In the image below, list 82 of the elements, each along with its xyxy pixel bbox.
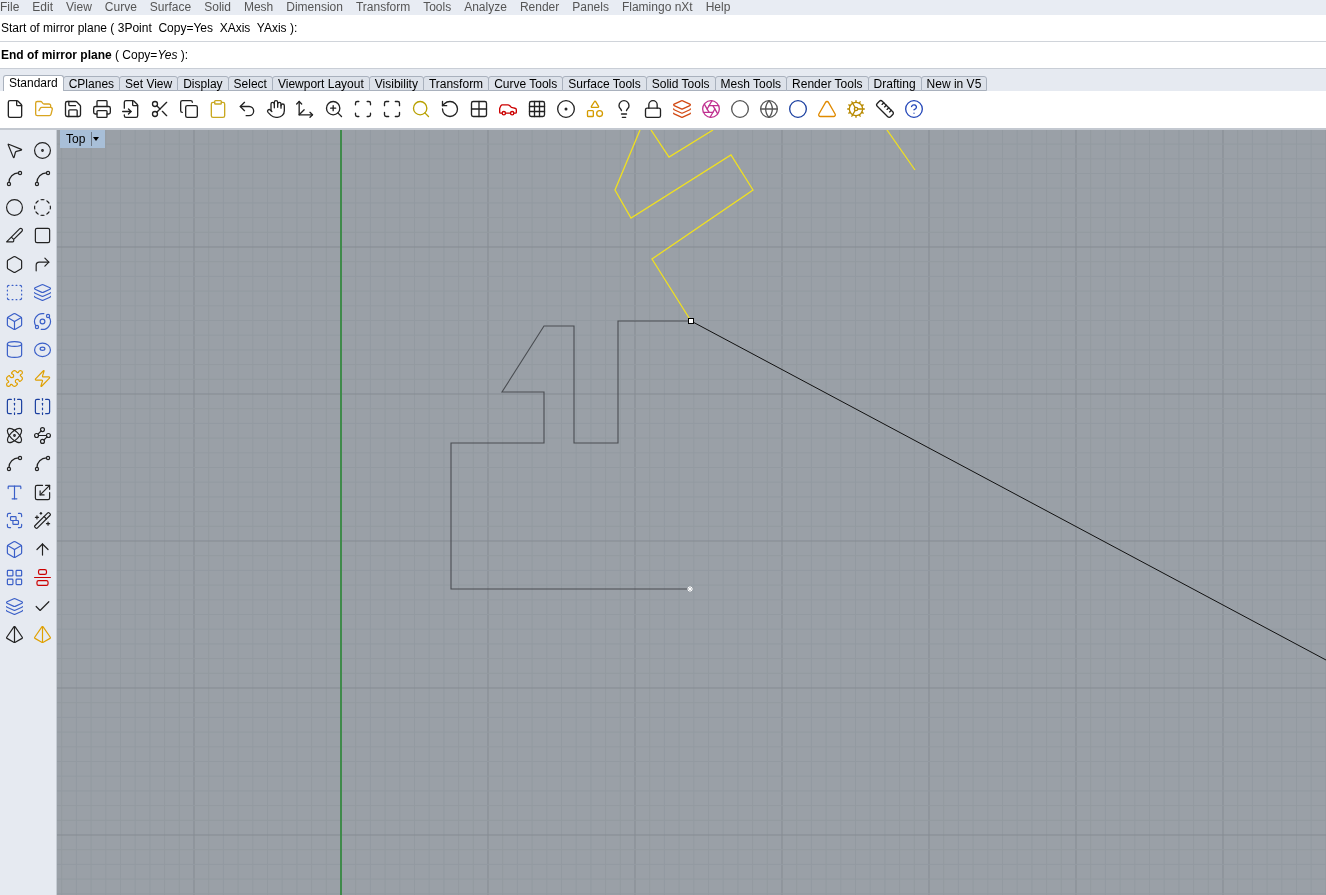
points-icon (32, 425, 52, 445)
menu-item[interactable]: Tools (416, 0, 458, 15)
pyramid-icon (32, 625, 52, 644)
grid-plane-icon (527, 99, 547, 120)
point-icon (32, 140, 52, 160)
hand-icon (266, 99, 286, 120)
curve-icon (32, 169, 52, 188)
array-icon (4, 568, 24, 587)
menu-item[interactable]: Curve (97, 0, 143, 15)
viewport-tab[interactable]: Top (60, 130, 105, 148)
cylinder-icon (4, 340, 24, 359)
zoom-window-icon (353, 99, 373, 120)
surface-patch-icon (32, 283, 52, 302)
menu-item[interactable]: View (59, 0, 98, 15)
rectangle-icon (32, 226, 52, 245)
toolbar-tab[interactable]: Solid Tools (645, 75, 716, 91)
zoom-selected-icon (411, 99, 431, 120)
color-wheel-icon (701, 99, 721, 120)
layers-icon (672, 99, 692, 120)
new-file-icon (5, 99, 25, 120)
menu-item[interactable]: Mesh (236, 0, 280, 15)
rotate-axes-icon (295, 99, 315, 120)
save-icon (63, 99, 83, 120)
command-prompt: End of mirror plane ( Copy=Yes ): (0, 40, 1326, 68)
glossy-sphere-icon (788, 99, 808, 120)
help-icon (904, 99, 924, 120)
toolbar-tab[interactable]: CPlanes (62, 75, 121, 91)
copy-icon (179, 99, 199, 120)
printer-icon (92, 99, 112, 120)
menu-item[interactable]: Analyze (457, 0, 513, 15)
circle-icon (4, 197, 24, 217)
puzzle-icon (4, 368, 24, 388)
menu-item[interactable]: Help (698, 0, 737, 15)
box-icon (4, 311, 24, 331)
gear-icon (846, 99, 866, 120)
menu-item[interactable]: Transform (348, 0, 417, 15)
polygon-icon (4, 254, 24, 274)
toolbar-tab[interactable]: Set View (119, 75, 179, 91)
shapes-icon (585, 99, 605, 120)
toolbar-tab[interactable]: Curve Tools (488, 75, 564, 91)
toolbar-tab[interactable]: Render Tools (786, 75, 869, 91)
toolbar-tab[interactable]: Select (227, 75, 273, 91)
menu-item[interactable]: Surface (142, 0, 198, 15)
command-history: Start of mirror plane ( 3Point Copy=Yes XAxis YAxis ): (0, 19, 299, 37)
dropdown-icon (91, 132, 100, 146)
menu-item[interactable]: Edit (25, 0, 60, 15)
zoom-in-icon (324, 99, 344, 120)
toolbar-tab[interactable]: New in V5 (920, 75, 988, 91)
import-file-icon (121, 99, 141, 120)
ellipse-icon (32, 197, 52, 217)
clipboard-icon (208, 99, 228, 120)
toolbar-tab[interactable]: Drafting (867, 75, 922, 91)
group-icon (4, 511, 24, 530)
align-icon (32, 568, 52, 587)
toolbar-tab[interactable]: Visibility (368, 75, 424, 91)
lock-icon (643, 99, 663, 120)
menu-item[interactable]: Panels (565, 0, 615, 15)
toolbar-tab[interactable]: Mesh Tools (714, 75, 788, 91)
toolbar-tab[interactable]: Surface Tools (562, 75, 647, 91)
menu-item[interactable]: Solid (197, 0, 237, 15)
cursor-marker (686, 585, 694, 593)
menu-item[interactable]: Dimension (279, 0, 349, 15)
menu-item[interactable]: Flamingo nXt (614, 0, 699, 15)
toolbar-tab[interactable]: Transform (422, 75, 490, 91)
undo-view-icon (440, 99, 460, 120)
snap-circle-icon (556, 99, 576, 120)
shaded-sphere-icon (759, 99, 779, 120)
menu-item[interactable]: Render (512, 0, 566, 15)
menu-item[interactable]: File (0, 0, 26, 15)
polyline-icon (4, 169, 24, 188)
zoom-extents-icon (382, 99, 402, 120)
dimension-icon (875, 99, 895, 120)
sphere-icon (730, 99, 750, 120)
scale-icon (32, 482, 52, 502)
point-marker (688, 318, 694, 324)
curve-edit-icon (32, 454, 52, 473)
scissors-icon (150, 99, 170, 120)
offset-curve-icon (4, 454, 24, 473)
block-icon (4, 539, 24, 559)
toolbar-tab[interactable]: Viewport Layout (271, 75, 370, 91)
viewport-grid-icon (469, 99, 489, 120)
toolbar-tab[interactable]: Display (177, 75, 229, 91)
